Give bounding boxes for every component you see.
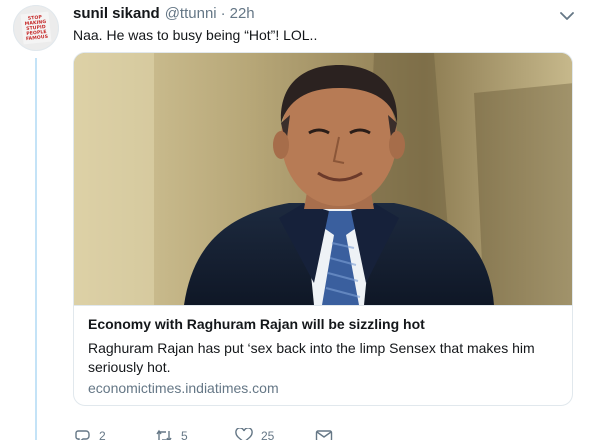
card-title[interactable]: Economy with Raghuram Rajan will be sizz… — [88, 316, 425, 332]
tweet-actions: 2 5 25 — [73, 428, 373, 440]
reply-count: 2 — [99, 429, 106, 440]
direct-message-action[interactable] — [315, 428, 333, 440]
avatar[interactable]: STOP MAKING STUPID PEOPLE FAMOUS — [13, 5, 59, 51]
card-domain[interactable]: economictimes.indiatimes.com — [88, 380, 279, 396]
retweet-icon[interactable] — [155, 428, 173, 440]
card-description: Raghuram Rajan has put ‘sex back into th… — [88, 340, 535, 375]
separator-dot: · — [220, 5, 226, 22]
tweet-header: sunil sikand @ttunni · 22h — [73, 5, 255, 25]
reply-icon[interactable] — [75, 428, 91, 440]
direct-message-icon[interactable] — [315, 428, 333, 440]
tweet-text: Naa. He was to busy being “Hot”! LOL.. — [73, 27, 318, 43]
like-action[interactable]: 25 — [235, 428, 274, 440]
card-body[interactable]: Economy with Raghuram Rajan will be sizz… — [74, 305, 572, 405]
display-name[interactable]: sunil sikand — [73, 5, 160, 22]
reply-action[interactable]: 2 — [75, 428, 106, 440]
like-count: 25 — [261, 429, 275, 440]
card-image[interactable] — [74, 53, 572, 305]
avatar-sign: STOP MAKING STUPID PEOPLE FAMOUS — [20, 11, 52, 45]
caret-down-icon[interactable] — [560, 8, 574, 20]
link-card[interactable]: Economy with Raghuram Rajan will be sizz… — [73, 52, 573, 406]
thread-line — [35, 58, 37, 440]
timestamp[interactable]: 22h — [230, 5, 255, 22]
retweet-action[interactable]: 5 — [155, 428, 188, 440]
tweet: STOP MAKING STUPID PEOPLE FAMOUS sunil s… — [0, 0, 616, 440]
retweet-count: 5 — [181, 429, 188, 440]
user-handle[interactable]: @ttunni — [165, 5, 217, 22]
avatar-sign-line: FAMOUS — [25, 34, 49, 42]
like-icon[interactable] — [235, 428, 253, 440]
